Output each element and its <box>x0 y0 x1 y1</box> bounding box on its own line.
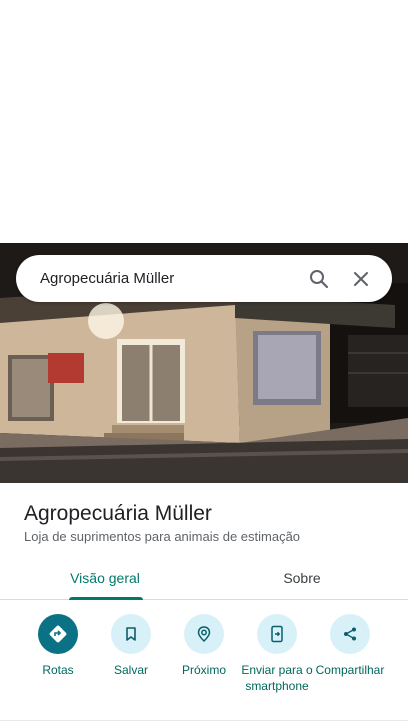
nearby-button[interactable]: Próximo <box>164 614 244 678</box>
nearby-icon <box>184 614 224 654</box>
send-to-phone-icon <box>257 614 297 654</box>
divider <box>0 720 408 721</box>
send-to-phone-label: Enviar para o smartphone <box>241 663 313 693</box>
directions-button[interactable]: Rotas <box>18 614 98 678</box>
search-icon[interactable] <box>302 262 336 296</box>
tab-selected-indicator <box>69 597 143 600</box>
place-tabs: Visão geral Sobre <box>0 556 408 600</box>
share-label: Compartilhar <box>315 663 385 677</box>
save-button[interactable]: Salvar <box>91 614 171 678</box>
maps-place-screen: Agropecuária Müller Agropecuária Müller … <box>0 0 408 726</box>
directions-icon <box>38 614 78 654</box>
place-category: Loja de suprimentos para animais de esti… <box>24 529 301 544</box>
tab-about[interactable]: Sobre <box>196 556 408 599</box>
directions-label: Rotas <box>42 663 74 677</box>
nearby-label: Próximo <box>181 663 226 677</box>
bookmark-icon <box>111 614 151 654</box>
tab-overview[interactable]: Visão geral <box>0 556 210 599</box>
search-bar[interactable]: Agropecuária Müller <box>16 255 392 302</box>
place-title: Agropecuária Müller <box>24 502 212 525</box>
search-input[interactable]: Agropecuária Müller <box>40 270 294 287</box>
save-label: Salvar <box>113 663 148 677</box>
tab-about-label: Sobre <box>283 569 321 586</box>
send-to-phone-button[interactable]: Enviar para o smartphone <box>237 614 317 694</box>
share-icon <box>330 614 370 654</box>
share-button[interactable]: Compartilhar <box>310 614 390 678</box>
tab-overview-label: Visão geral <box>70 569 140 586</box>
close-icon[interactable] <box>344 262 378 296</box>
